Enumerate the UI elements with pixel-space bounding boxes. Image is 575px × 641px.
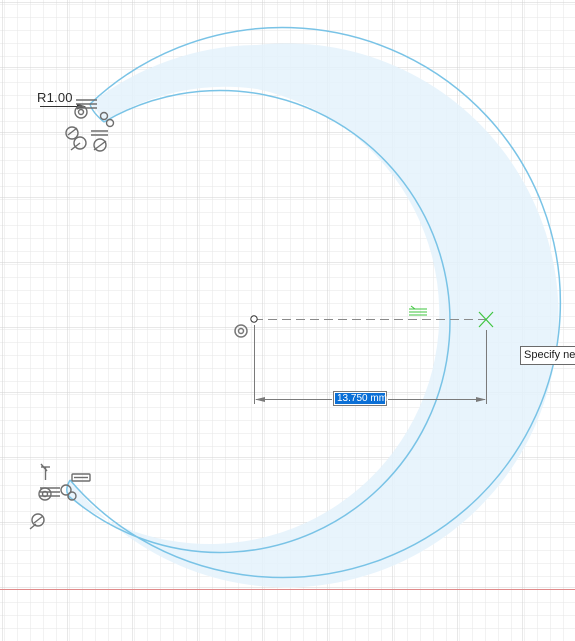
center-point[interactable] <box>250 315 258 323</box>
sketch-svg[interactable] <box>0 0 575 641</box>
dimension-value-input[interactable]: 13.750 mm <box>333 391 387 406</box>
sketch-canvas[interactable]: R1.00 13.750 mm Specify ne <box>0 0 575 641</box>
radius-dimension-label[interactable]: R1.00 <box>37 90 73 105</box>
specify-tooltip: Specify ne <box>520 346 575 365</box>
dimension-value-text[interactable]: 13.750 mm <box>335 393 387 404</box>
